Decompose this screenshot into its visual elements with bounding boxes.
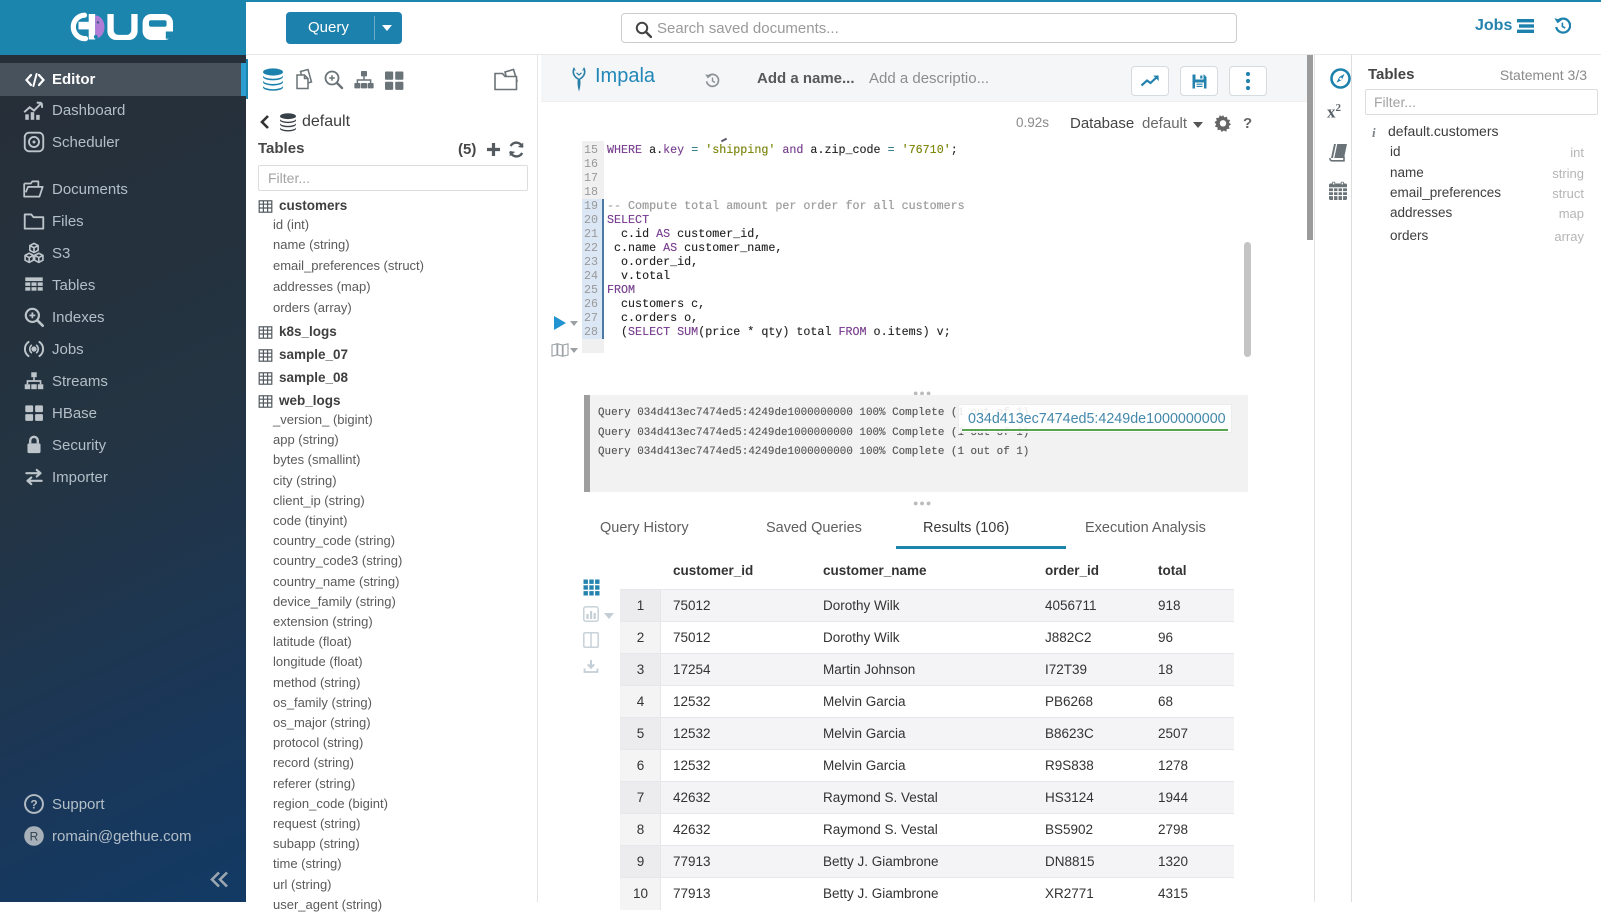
- svg-text:?: ?: [30, 797, 37, 811]
- svg-text:R: R: [30, 829, 39, 843]
